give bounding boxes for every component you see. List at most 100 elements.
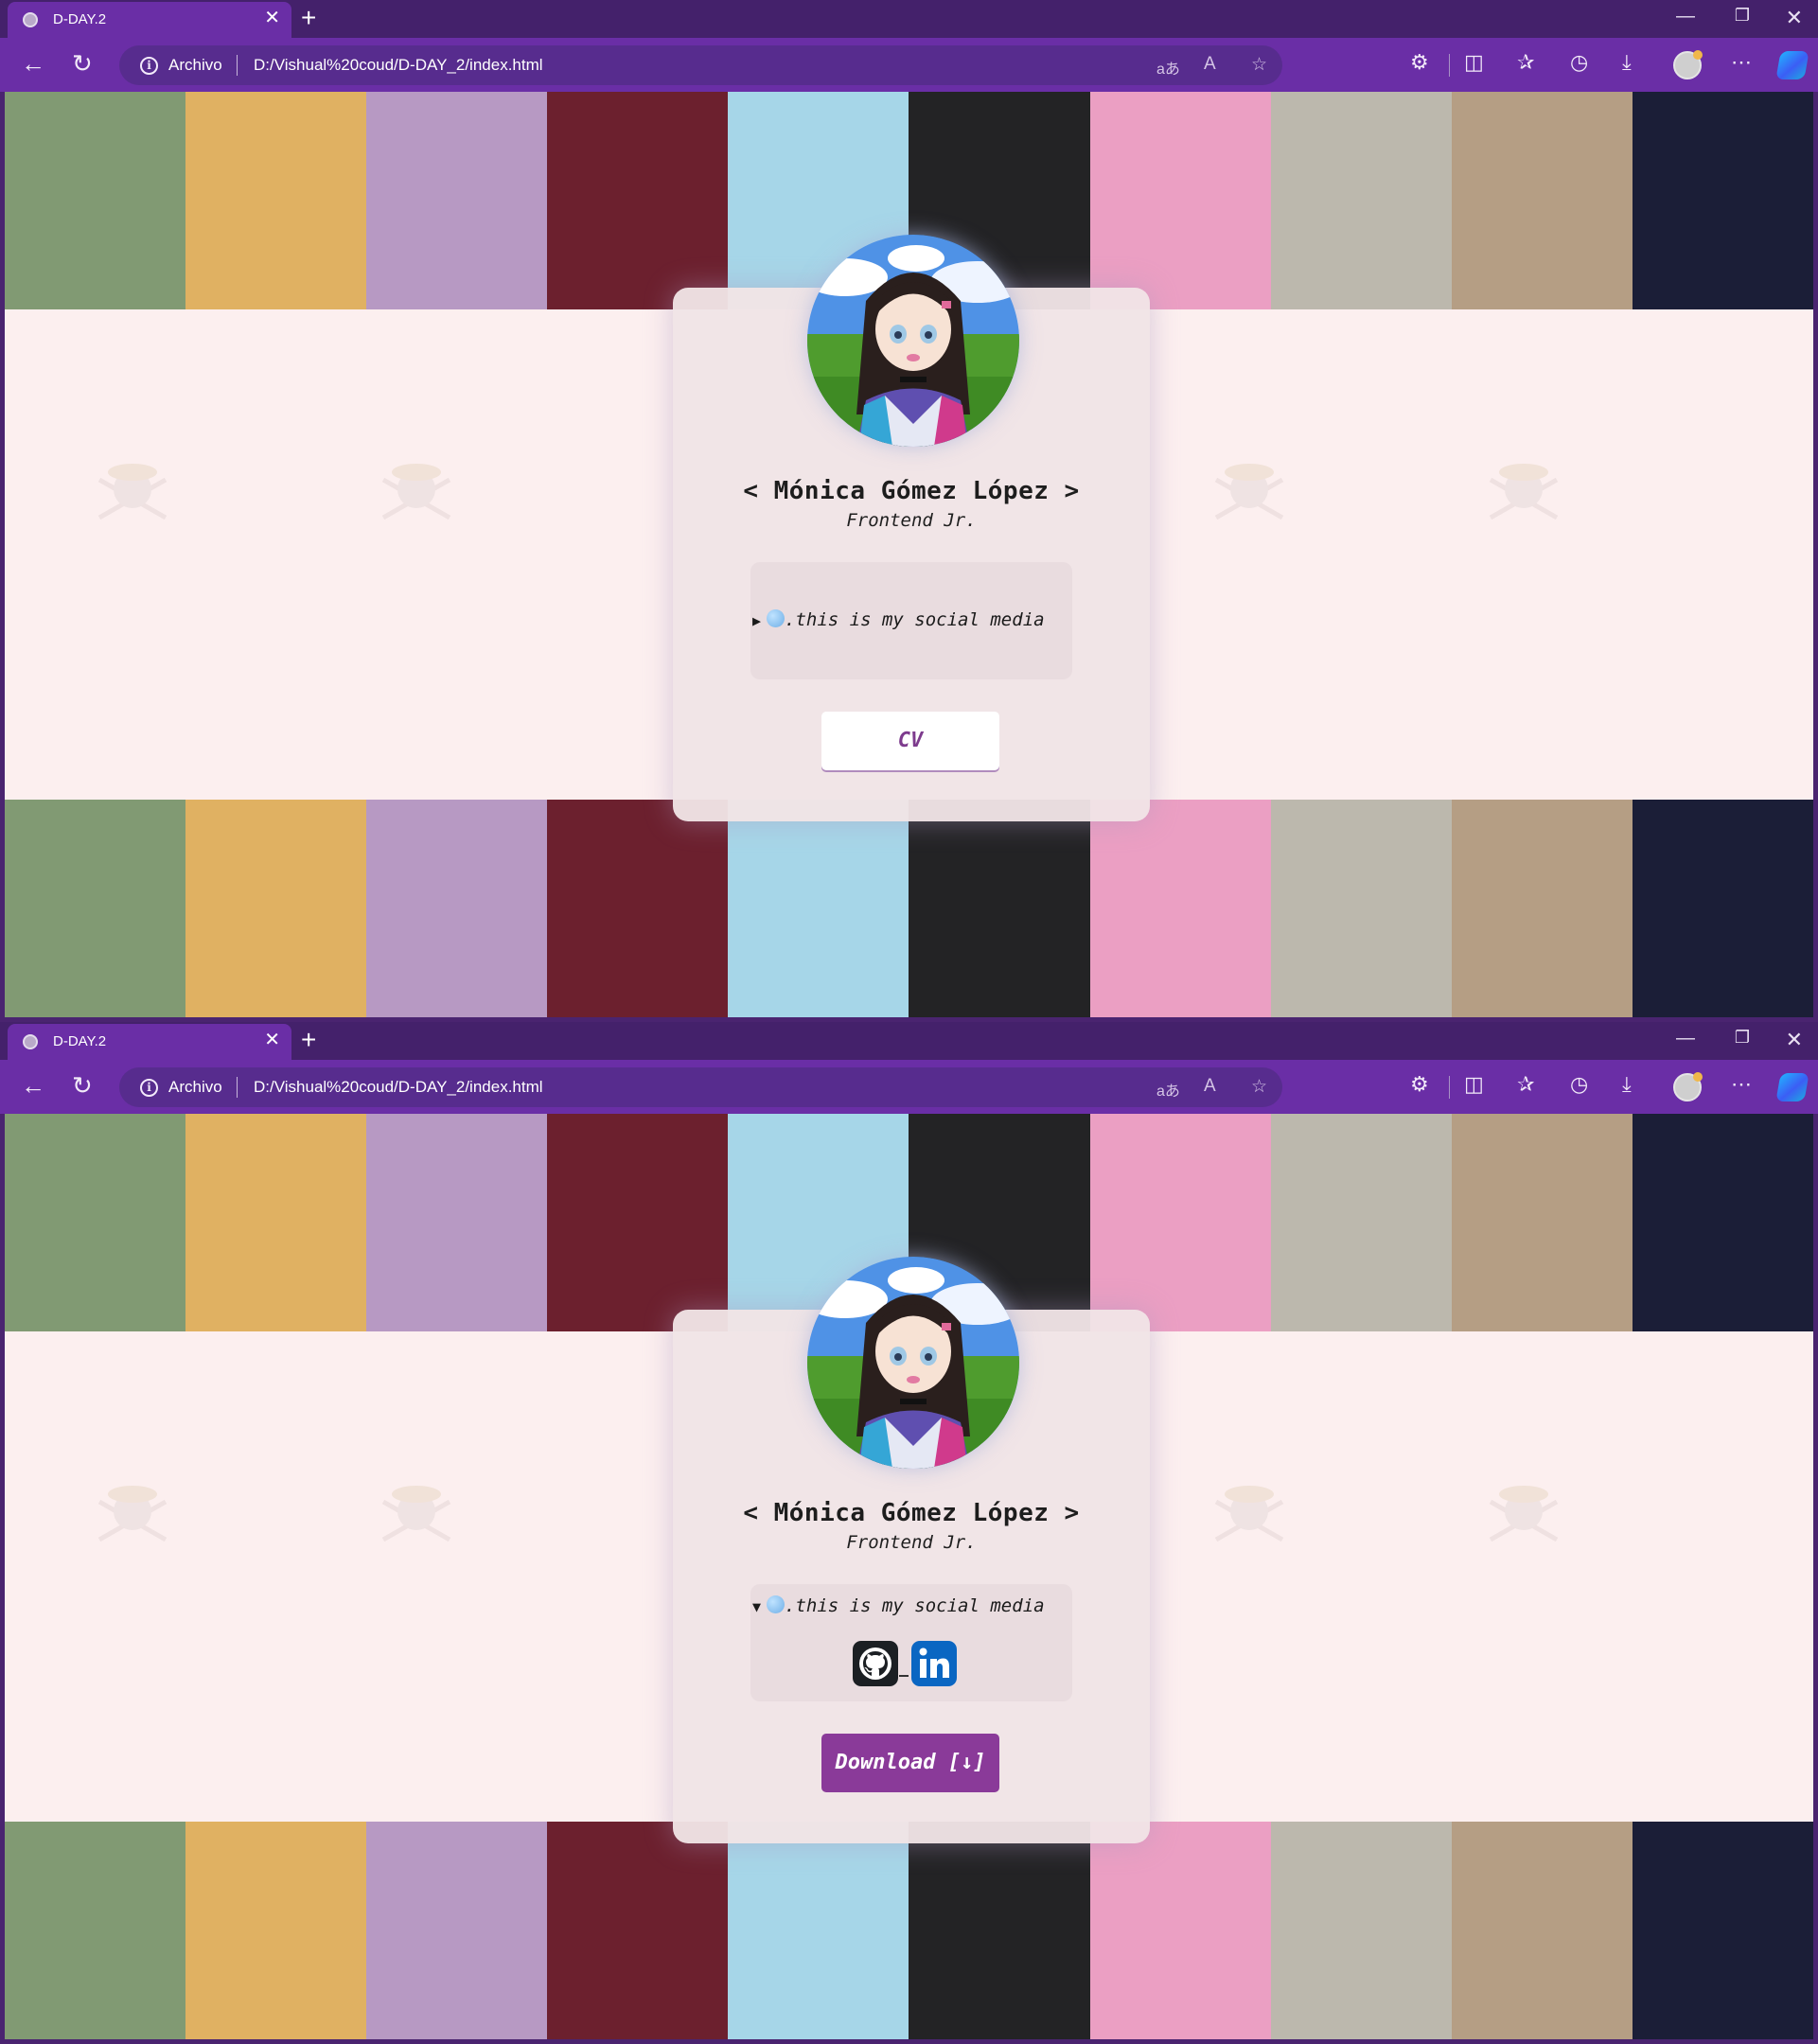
palette-stripe [909, 1822, 1090, 2039]
new-tab-button[interactable]: + [301, 4, 316, 32]
palette-stripe [1089, 800, 1271, 1017]
tab-favicon-icon [23, 1034, 38, 1049]
skull-pattern-icon [381, 464, 451, 520]
browser-tab[interactable]: D-DAY.2 ✕ [8, 1024, 291, 1060]
avatar-image [807, 235, 1019, 447]
split-screen-icon[interactable]: ◫ [1464, 50, 1484, 75]
profile-card: < Mónica Gómez López > Frontend Jr. ▶ .th… [673, 235, 1150, 821]
back-button[interactable]: ← [21, 50, 45, 77]
new-tab-button[interactable]: + [301, 1026, 316, 1054]
favorites-icon[interactable]: ✰ [1517, 1072, 1534, 1097]
palette-stripes-bottom [5, 800, 1813, 1017]
browser-window-expanded: D-DAY.2 ✕ + — ❐ ✕ ← ↻ i Archivo D:/Vishu… [0, 1022, 1818, 2044]
profile-status-dot [1693, 1072, 1703, 1082]
back-button[interactable]: ← [21, 1072, 45, 1099]
profile-avatar[interactable] [1673, 1072, 1703, 1101]
read-aloud-icon[interactable]: A [1204, 54, 1216, 75]
palette-stripe [5, 1114, 186, 1331]
profile-name: < Mónica Gómez López > [743, 477, 1080, 505]
palette-stripe [366, 1114, 548, 1331]
scheme-label: Archivo [168, 56, 222, 74]
downloads-icon[interactable]: ⤓ [1622, 1072, 1632, 1097]
palette-stripe [1632, 800, 1813, 1017]
read-aloud-icon[interactable]: A [1204, 1076, 1216, 1097]
history-icon[interactable]: ◷ [1570, 50, 1588, 75]
download-cv-button[interactable]: Download [↓] [821, 1734, 999, 1792]
minimize-button[interactable]: — [1676, 6, 1695, 27]
palette-stripe [1270, 92, 1452, 309]
address-separator [237, 55, 238, 76]
copilot-icon[interactable] [1775, 1073, 1809, 1101]
favorite-star-icon[interactable]: ☆ [1251, 54, 1267, 76]
tab-title: D-DAY.2 [53, 1033, 107, 1049]
info-icon[interactable]: i [140, 1079, 158, 1097]
palette-stripe [1089, 92, 1271, 309]
more-options-icon[interactable]: ⋯ [1731, 50, 1752, 75]
collapse-caret-icon[interactable]: ▼ [752, 1598, 761, 1615]
page-viewport: < Mónica Gómez López > Frontend Jr. ▼ .th… [5, 1114, 1813, 2039]
extensions-icon[interactable]: ⚙ [1410, 1072, 1429, 1097]
translate-icon[interactable]: aあ [1156, 1078, 1180, 1101]
favorites-icon[interactable]: ✰ [1517, 50, 1534, 75]
info-icon[interactable]: i [140, 57, 158, 75]
palette-stripe [1632, 1822, 1813, 2039]
translate-icon[interactable]: aあ [1156, 56, 1180, 79]
browser-window-collapsed: D-DAY.2 ✕ + — ❐ ✕ ← ↻ i Archivo D:/Vishu… [0, 0, 1818, 1022]
maximize-button[interactable]: ❐ [1735, 1028, 1750, 1048]
close-window-button[interactable]: ✕ [1786, 1028, 1803, 1052]
palette-stripe [728, 1822, 909, 2039]
favorite-star-icon[interactable]: ☆ [1251, 1076, 1267, 1098]
extensions-icon[interactable]: ⚙ [1410, 50, 1429, 75]
cv-button[interactable]: CV [821, 712, 999, 770]
palette-stripe [1451, 92, 1633, 309]
skull-pattern-icon [1214, 1486, 1284, 1542]
skull-pattern-icon [1489, 464, 1559, 520]
expand-caret-icon[interactable]: ▶ [752, 612, 761, 629]
tab-close-icon[interactable]: ✕ [264, 1031, 280, 1049]
palette-stripe [547, 1114, 729, 1331]
palette-stripe [547, 92, 729, 309]
linkedin-icon[interactable] [911, 1641, 957, 1686]
close-window-button[interactable]: ✕ [1786, 6, 1803, 30]
tab-title: D-DAY.2 [53, 11, 107, 27]
tab-bar: D-DAY.2 ✕ + — ❐ ✕ [0, 1022, 1818, 1060]
skull-pattern-icon [97, 464, 168, 520]
copilot-icon[interactable] [1775, 51, 1809, 79]
scheme-label: Archivo [168, 1078, 222, 1096]
skull-pattern-icon [97, 1486, 168, 1542]
palette-stripe [366, 1822, 548, 2039]
address-bar[interactable]: i Archivo D:/Vishual%20coud/D-DAY_2/inde… [119, 45, 1282, 85]
social-media-summary[interactable]: ▼ .this is my social media [750, 1595, 1072, 1616]
profile-name: < Mónica Gómez López > [743, 1499, 1080, 1527]
reload-button[interactable]: ↻ [72, 50, 93, 77]
minimize-button[interactable]: — [1676, 1028, 1695, 1049]
palette-stripes-bottom [5, 1822, 1813, 2039]
palette-stripe [185, 1114, 367, 1331]
reload-button[interactable]: ↻ [72, 1072, 93, 1099]
browser-tab[interactable]: D-DAY.2 ✕ [8, 2, 291, 38]
address-separator [237, 1077, 238, 1098]
github-icon[interactable] [853, 1641, 898, 1686]
palette-stripe [185, 800, 367, 1017]
palette-stripe [1089, 1114, 1271, 1331]
tab-close-icon[interactable]: ✕ [264, 9, 280, 27]
palette-stripe [5, 800, 186, 1017]
maximize-button[interactable]: ❐ [1735, 6, 1750, 26]
palette-stripe [1270, 1822, 1452, 2039]
history-icon[interactable]: ◷ [1570, 1072, 1588, 1097]
more-options-icon[interactable]: ⋯ [1731, 1072, 1752, 1097]
palette-stripe [728, 800, 909, 1017]
palette-stripe [1632, 1114, 1813, 1331]
url-text[interactable]: D:/Vishual%20coud/D-DAY_2/index.html [254, 1078, 543, 1097]
split-screen-icon[interactable]: ◫ [1464, 1072, 1484, 1097]
address-bar[interactable]: i Archivo D:/Vishual%20coud/D-DAY_2/inde… [119, 1067, 1282, 1107]
profile-role: Frontend Jr. [846, 1532, 977, 1553]
social-media-summary[interactable]: ▶ .this is my social media [750, 609, 1072, 630]
url-text[interactable]: D:/Vishual%20coud/D-DAY_2/index.html [254, 56, 543, 75]
social-media-details[interactable]: ▶ .this is my social media [750, 562, 1072, 679]
page-viewport: < Mónica Gómez López > Frontend Jr. ▶ .th… [5, 92, 1813, 1017]
profile-avatar[interactable] [1673, 50, 1703, 79]
social-media-details[interactable]: ▼ .this is my social media [750, 1584, 1072, 1701]
downloads-icon[interactable]: ⤓ [1622, 50, 1632, 75]
globe-icon [767, 609, 785, 627]
